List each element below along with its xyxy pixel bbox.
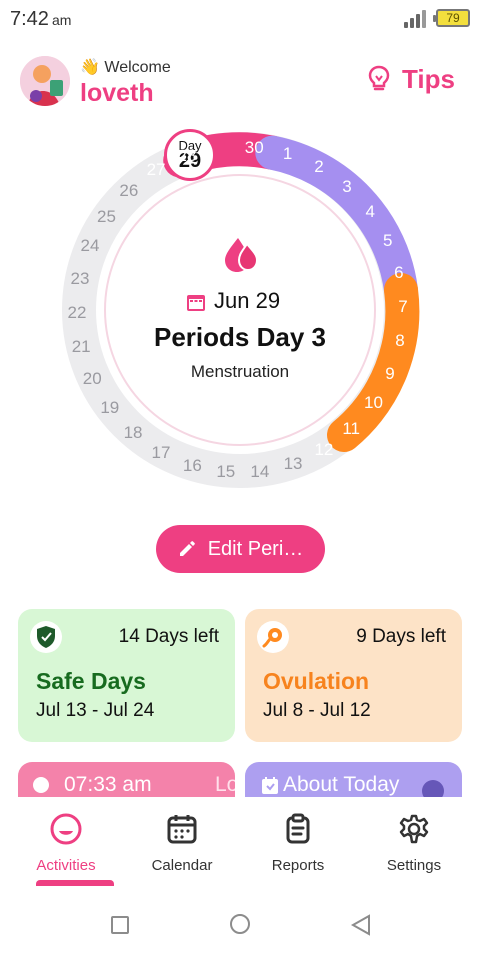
- reminder-time: 07:33 am: [64, 773, 152, 796]
- signal-icon: [404, 10, 428, 28]
- clock-icon: [33, 777, 49, 793]
- lightbulb-icon: [368, 65, 390, 91]
- battery-level: 79: [446, 11, 460, 25]
- battery-icon: 79: [433, 9, 470, 27]
- cycle-day-label: 3: [342, 176, 352, 196]
- cycle-day-label: 20: [82, 368, 102, 388]
- edit-period-label: Edit Peri…: [207, 537, 304, 560]
- smile-icon: [50, 813, 82, 845]
- ovulation-title: Ovulation: [263, 668, 370, 694]
- calendar-date-icon: [262, 777, 278, 794]
- tips-button[interactable]: Tips: [367, 64, 455, 95]
- status-bar: 7:42 am 79: [0, 0, 480, 40]
- welcome-label: Welcome: [104, 59, 171, 76]
- header: 👋 Welcome loveth Tips: [0, 52, 480, 116]
- cycle-day-label: 26: [119, 180, 139, 200]
- safe-days-title: Safe Days: [36, 668, 146, 694]
- cycle-day-label: 1: [282, 144, 293, 164]
- clock-time: 7:42: [10, 8, 49, 30]
- clock-ampm: am: [51, 12, 72, 28]
- calendar-icon: [187, 295, 205, 311]
- cycle-day-label: 2: [314, 157, 324, 177]
- cycle-day-label: 27: [146, 160, 166, 180]
- android-navigation: [0, 896, 480, 960]
- document-icon: [286, 813, 310, 844]
- nav-label-settings: Settings: [386, 857, 442, 874]
- shield-icon: [30, 621, 62, 653]
- reminder-partial-text: Lo: [215, 773, 235, 796]
- nav-activities[interactable]: Activities: [8, 805, 124, 887]
- cycle-day-label: 23: [70, 268, 90, 288]
- cycle-day-label: 22: [67, 302, 87, 322]
- cycle-center: Jun 29 Periods Day 3 Menstruation: [104, 200, 376, 472]
- cycle-phase: Menstruation: [190, 362, 290, 381]
- gear-icon: [399, 814, 429, 844]
- nav-label-calendar: Calendar: [151, 857, 213, 874]
- current-date: Jun 29: [214, 288, 281, 313]
- username: loveth: [80, 79, 154, 107]
- calendar-grid-icon: [167, 815, 197, 844]
- droplet-icon: [225, 238, 259, 272]
- ovulation-card[interactable]: 9 Days left Ovulation Jul 8 - Jul 12: [245, 609, 462, 742]
- cycle-day-label: 8: [395, 331, 405, 351]
- safe-days-card[interactable]: 14 Days left Safe Days Jul 13 - Jul 24: [18, 609, 235, 742]
- cycle-day-label: 6: [394, 263, 404, 283]
- cycle-day-label: 24: [80, 236, 100, 256]
- safe-days-dates: Jul 13 - Jul 24: [36, 700, 155, 721]
- nav-settings[interactable]: Settings: [356, 805, 472, 887]
- ovulation-days-left: 9 Days left: [356, 626, 446, 647]
- cycle-day-label: 28: [177, 145, 197, 165]
- ovulation-icon: [257, 621, 289, 653]
- cycle-day-label: 5: [382, 231, 393, 251]
- recent-apps-button[interactable]: [111, 916, 129, 934]
- back-button[interactable]: [350, 914, 372, 936]
- cycle-day-label: 30: [244, 137, 264, 157]
- active-indicator: [36, 880, 114, 886]
- nav-label-reports: Reports: [271, 857, 325, 874]
- cycle-day-label: 9: [385, 363, 395, 383]
- pencil-icon: [179, 541, 195, 556]
- edit-period-button[interactable]: Edit Peri…: [156, 525, 325, 573]
- nav-calendar[interactable]: Calendar: [124, 805, 240, 887]
- tips-label: Tips: [402, 64, 455, 94]
- period-day-title: Periods Day 3: [154, 322, 326, 352]
- ovulation-dates: Jul 8 - Jul 12: [263, 700, 371, 721]
- safe-days-left: 14 Days left: [118, 626, 219, 647]
- about-today-label: About Today: [283, 773, 400, 796]
- home-button[interactable]: [230, 914, 250, 934]
- nav-label-activities: Activities: [36, 857, 96, 874]
- status-time: 7:42 am: [10, 8, 71, 31]
- wave-icon: 👋: [80, 59, 100, 76]
- welcome-text: 👋 Welcome: [80, 57, 171, 77]
- nav-reports[interactable]: Reports: [240, 805, 356, 887]
- cycle-day-label: 21: [71, 336, 91, 356]
- cycle-day-label: 7: [398, 297, 408, 317]
- bottom-navigation: Activities Calendar Reports Settings: [0, 805, 480, 890]
- avatar[interactable]: [20, 56, 70, 106]
